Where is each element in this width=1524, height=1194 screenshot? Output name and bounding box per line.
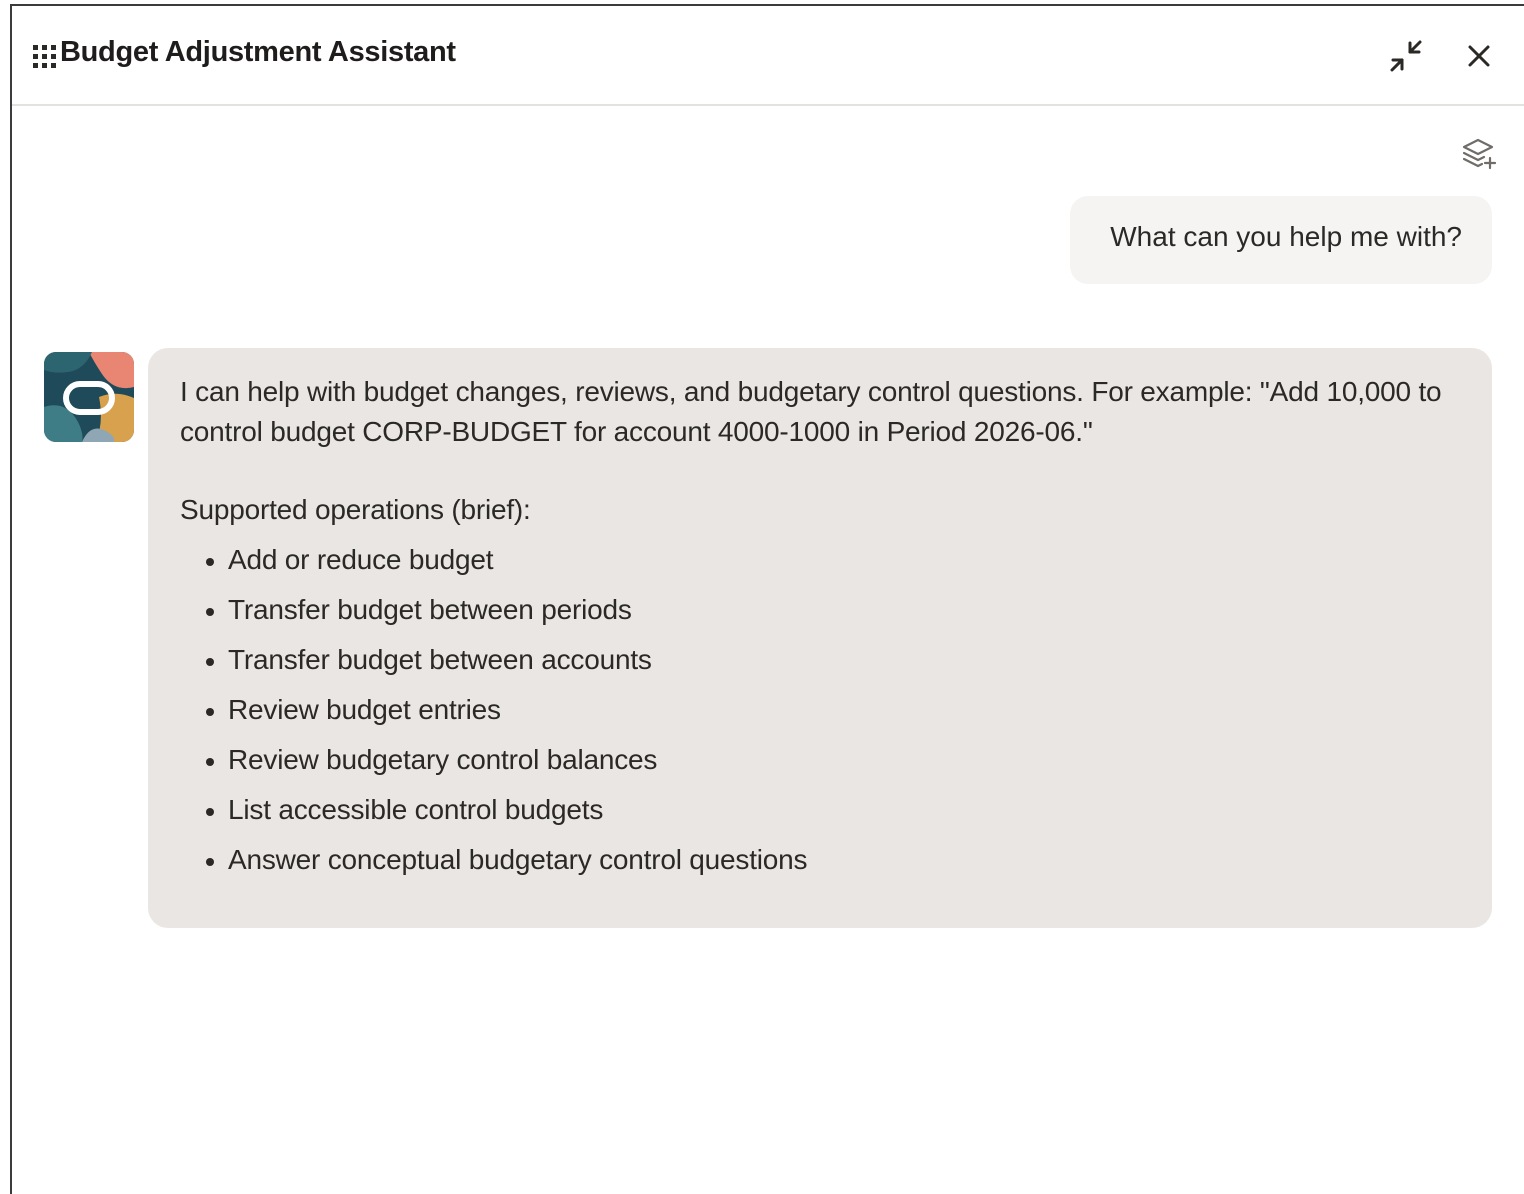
list-item: Review budget entries	[206, 690, 1462, 740]
operations-list: Add or reduce budget Transfer budget bet…	[180, 540, 1462, 890]
panel-title: Budget Adjustment Assistant	[60, 36, 456, 68]
close-icon	[1468, 45, 1490, 67]
panel-header: Budget Adjustment Assistant	[12, 6, 1524, 106]
list-item: Transfer budget between periods	[206, 590, 1462, 640]
list-item: Review budgetary control balances	[206, 740, 1462, 790]
oracle-assistant-avatar-icon	[44, 352, 134, 442]
minimize-button[interactable]	[1386, 36, 1426, 76]
assistant-message: I can help with budget changes, reviews,…	[148, 348, 1492, 928]
list-item: Transfer budget between accounts	[206, 640, 1462, 690]
assistant-avatar	[44, 352, 134, 442]
user-message: What can you help me with?	[1070, 196, 1492, 284]
list-item: Add or reduce budget	[206, 540, 1462, 590]
grip-dots-icon[interactable]	[31, 43, 59, 71]
assistant-intro-text: I can help with budget changes, reviews,…	[180, 376, 1442, 447]
list-item: Answer conceptual budgetary control ques…	[206, 840, 1462, 890]
operations-heading: Supported operations (brief):	[180, 494, 531, 525]
minimize-arrows-icon	[1390, 40, 1422, 72]
list-item: List accessible control budgets	[206, 790, 1462, 840]
new-conversation-button[interactable]	[1458, 134, 1498, 174]
close-button[interactable]	[1459, 36, 1499, 76]
user-message-text: What can you help me with?	[1110, 221, 1462, 252]
assistant-panel: Budget Adjustment Assistant What can you…	[10, 4, 1524, 1194]
layers-plus-icon	[1462, 138, 1497, 170]
